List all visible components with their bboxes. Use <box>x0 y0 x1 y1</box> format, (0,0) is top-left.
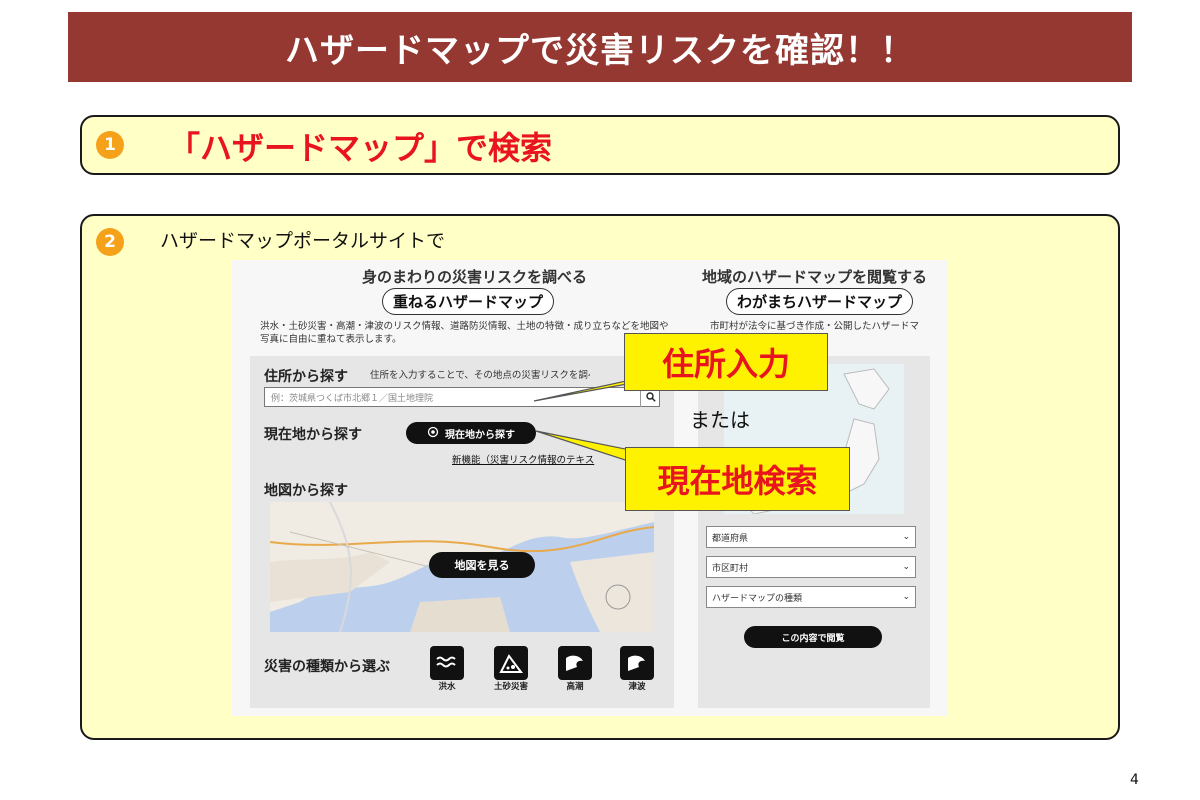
callout-pointers <box>533 377 661 470</box>
current-location-search-callout: 現在地検索 <box>625 447 850 511</box>
page-number: 4 <box>1130 772 1139 788</box>
or-text: または <box>690 408 750 432</box>
address-input-callout: 住所入力 <box>624 333 828 391</box>
